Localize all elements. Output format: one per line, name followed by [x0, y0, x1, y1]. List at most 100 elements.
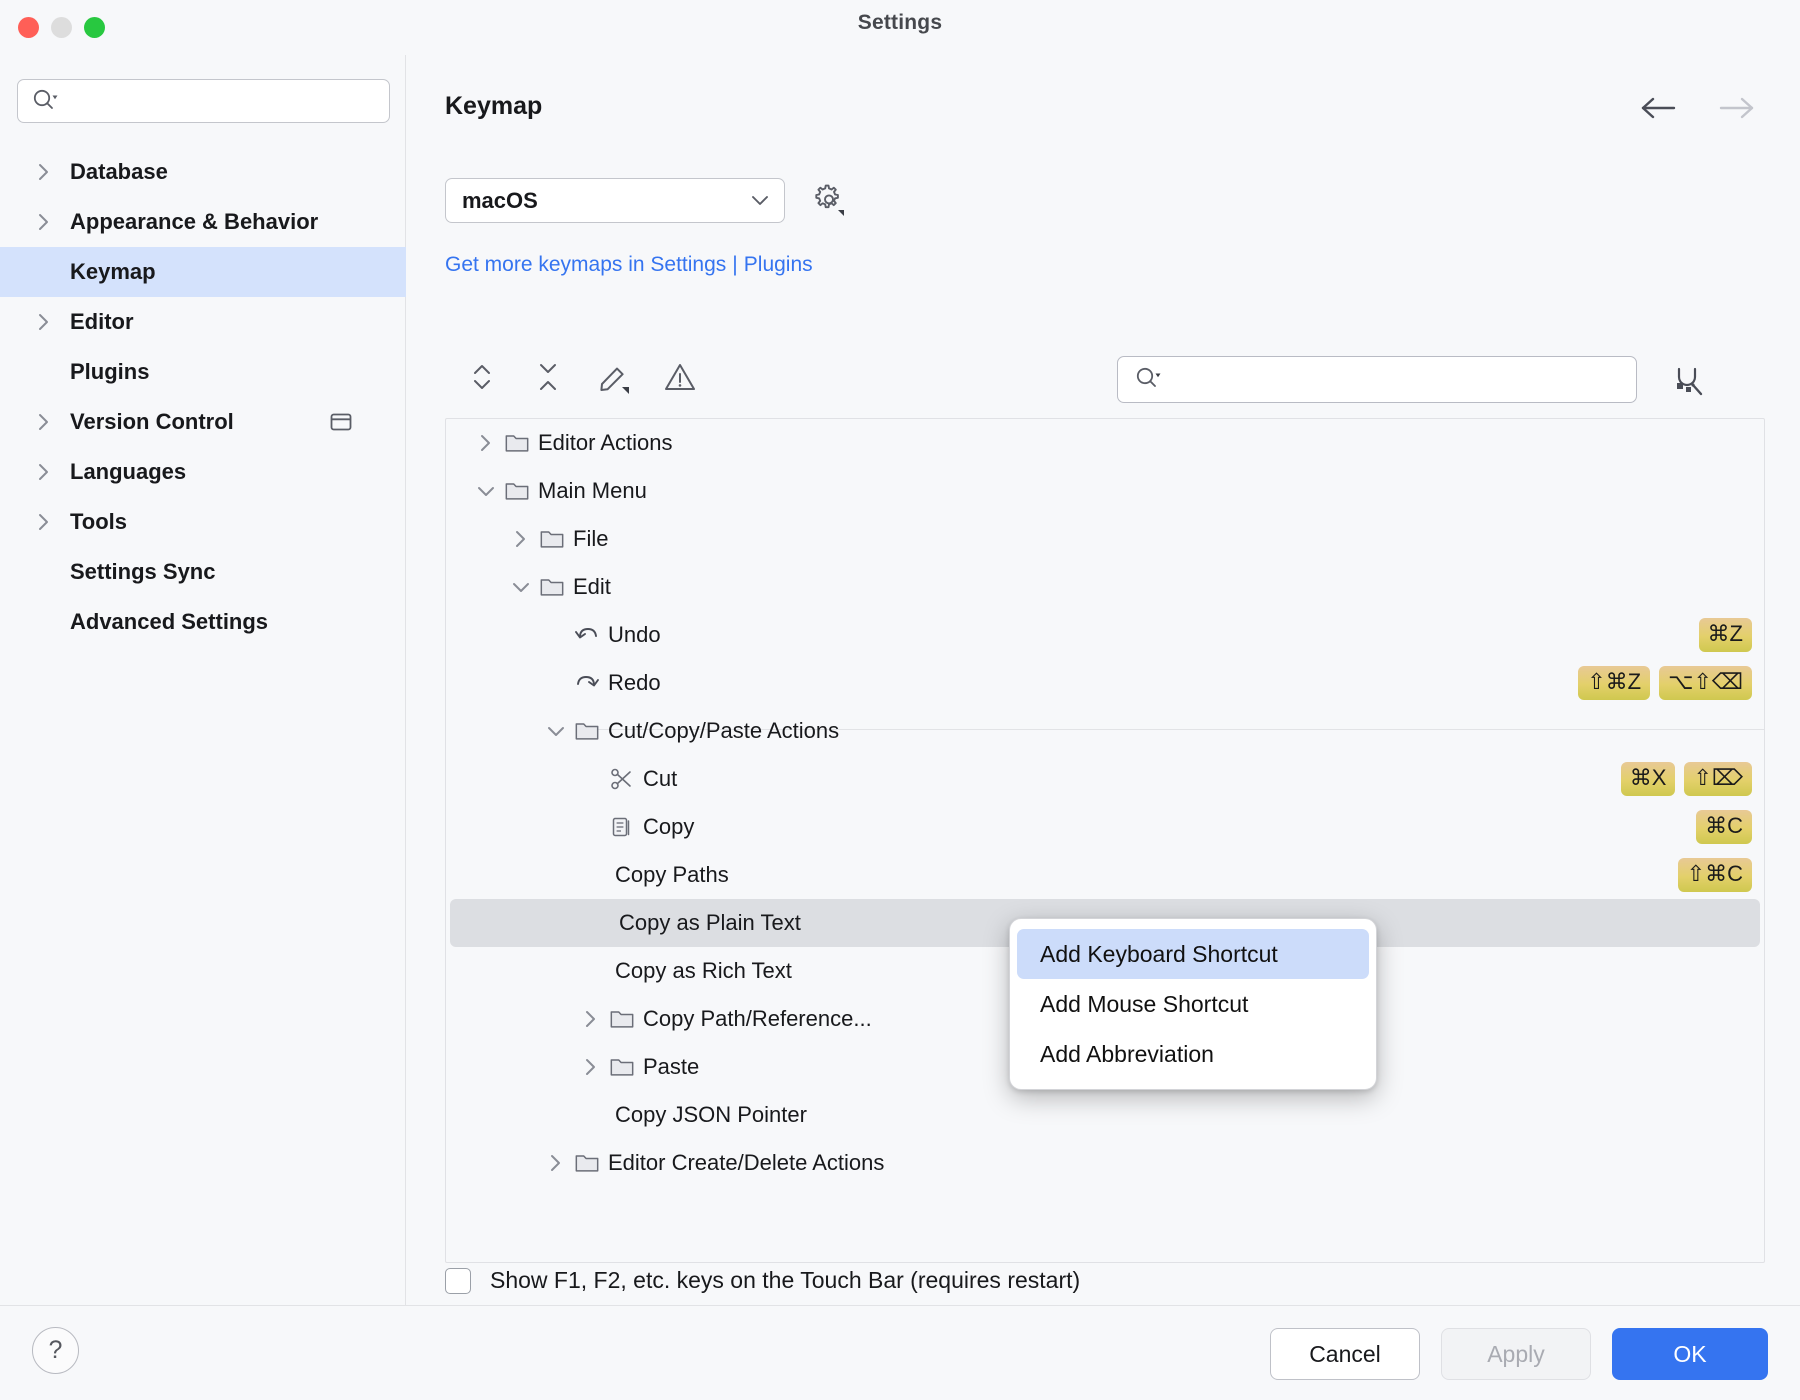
sidebar-item-label: Tools [70, 509, 127, 535]
chevron-down-icon[interactable] [474, 481, 498, 501]
tree-row[interactable]: Editor Create/Delete Actions [446, 1139, 1764, 1187]
sidebar-item-label: Languages [70, 459, 186, 485]
shortcut-badge[interactable]: ⇧⌘Z [1578, 666, 1650, 700]
chevron-down-icon [748, 188, 772, 214]
help-button[interactable]: ? [32, 1327, 79, 1374]
tree-row-label: Cut/Copy/Paste Actions [608, 718, 839, 744]
apply-button[interactable]: Apply [1441, 1328, 1591, 1380]
tree-row[interactable]: Redo⇧⌘Z⌥⇧⌫ [446, 659, 1764, 707]
shortcut-badge[interactable]: ⌘C [1696, 810, 1752, 844]
tree-row[interactable]: Copy Paths⇧⌘C [446, 851, 1764, 899]
sidebar-item-languages[interactable]: Languages [0, 447, 406, 497]
chevron-right-icon[interactable] [474, 431, 498, 455]
sidebar-item-editor[interactable]: Editor [0, 297, 406, 347]
arrow-right-icon[interactable] [1715, 95, 1757, 126]
search-icon [1134, 365, 1162, 394]
sidebar-item-settings-sync[interactable]: Settings Sync [0, 547, 406, 597]
ok-button[interactable]: OK [1612, 1328, 1768, 1380]
tree-row-label: Editor Actions [538, 430, 673, 456]
folder-icon [504, 479, 530, 503]
chevron-right-icon[interactable] [34, 297, 54, 347]
tree-search-input[interactable] [1170, 368, 1636, 392]
collapse-all-button[interactable] [526, 357, 570, 401]
touchbar-checkbox[interactable] [445, 1268, 471, 1294]
chevron-right-icon[interactable] [34, 397, 54, 447]
sidebar-item-advanced-settings[interactable]: Advanced Settings [0, 597, 406, 647]
tree-row[interactable]: Copy JSON Pointer [446, 1091, 1764, 1139]
dialog-buttons: Cancel Apply OK [1270, 1328, 1768, 1380]
sidebar-item-label: Plugins [70, 359, 149, 385]
tree-row[interactable]: Cut/Copy/Paste Actions [446, 707, 1764, 755]
shortcut-badge[interactable]: ⇧⌘C [1678, 858, 1752, 892]
chevron-right-icon[interactable] [34, 497, 54, 547]
shortcut-badges: ⇧⌘C [1678, 851, 1752, 899]
edit-shortcut-button[interactable] [592, 357, 636, 401]
tree-row-label: Copy Path/Reference... [643, 1006, 872, 1032]
sidebar-item-plugins[interactable]: Plugins [0, 347, 406, 397]
tree-row[interactable]: Undo⌘Z [446, 611, 1764, 659]
shortcut-badge[interactable]: ⌘X [1621, 762, 1676, 796]
chevron-down-icon[interactable] [544, 721, 568, 741]
sidebar-search-box[interactable] [17, 79, 390, 123]
find-by-shortcut-button[interactable] [1667, 361, 1707, 401]
context-menu-item[interactable]: Add Abbreviation [1017, 1029, 1369, 1079]
pencil-icon [597, 360, 631, 399]
panel-icon[interactable] [328, 397, 354, 447]
chevron-right-icon[interactable] [579, 1055, 603, 1079]
tree-row[interactable]: File [446, 515, 1764, 563]
chevron-right-icon[interactable] [544, 1151, 568, 1175]
plugins-link[interactable]: Plugins [744, 253, 813, 276]
sidebar-search-input[interactable] [67, 89, 389, 113]
sidebar-item-tools[interactable]: Tools [0, 497, 406, 547]
folder-icon [539, 527, 565, 551]
tree-row-label: Paste [643, 1054, 699, 1080]
context-menu-item-label: Add Abbreviation [1040, 1041, 1214, 1068]
keymap-settings-button[interactable] [810, 183, 848, 221]
sidebar-item-database[interactable]: Database [0, 147, 406, 197]
keymap-tree[interactable]: Editor ActionsMain MenuFileEditUndo⌘ZRed… [445, 418, 1765, 1263]
tree-row[interactable]: Editor Actions [446, 419, 1764, 467]
tree-toolbar [445, 352, 1765, 410]
arrow-left-icon[interactable] [1638, 95, 1680, 126]
context-menu-item[interactable]: Add Keyboard Shortcut [1017, 929, 1369, 979]
chevron-right-icon[interactable] [34, 147, 54, 197]
tree-row[interactable]: Copy ⌘C [446, 803, 1764, 851]
context-menu[interactable]: Add Keyboard Shortcut Add Mouse Shortcut A… [1009, 918, 1377, 1090]
context-menu-item-label: Add Mouse Shortcut [1040, 991, 1248, 1018]
get-more-keymaps-link[interactable]: Get more keymaps in Settings [445, 253, 726, 276]
expand-all-button[interactable] [460, 357, 504, 401]
sidebar-item-version-control[interactable]: Version Control [0, 397, 406, 447]
undo-icon [574, 624, 600, 646]
conflicts-button[interactable] [658, 357, 702, 401]
tree-row[interactable]: Main Menu [446, 467, 1764, 515]
sidebar-item-keymap[interactable]: Keymap [0, 247, 406, 297]
shortcut-badge[interactable]: ⌘Z [1699, 618, 1752, 652]
link-separator: | [732, 253, 737, 276]
tree-row-label: Copy [643, 814, 694, 840]
shortcut-badge[interactable]: ⌥⇧⌫ [1659, 666, 1752, 700]
chevron-right-icon[interactable] [579, 1007, 603, 1031]
cancel-button[interactable]: Cancel [1270, 1328, 1420, 1380]
touchbar-checkbox-row[interactable]: Show F1, F2, etc. keys on the Touch Bar … [445, 1267, 1080, 1294]
context-menu-items: Add Keyboard Shortcut Add Mouse Shortcut A… [1017, 929, 1369, 1079]
keymap-select[interactable]: macOS [445, 178, 785, 223]
chevron-right-icon[interactable] [509, 527, 533, 551]
chevron-right-icon[interactable] [34, 447, 54, 497]
page-title: Keymap [445, 92, 542, 121]
sidebar-item-label: Database [70, 159, 168, 185]
sidebar-item-appearance-behavior[interactable]: Appearance & Behavior [0, 197, 406, 247]
tree-row-label: Editor Create/Delete Actions [608, 1150, 884, 1176]
sidebar-search[interactable] [17, 79, 390, 123]
tree-row[interactable]: Edit [446, 563, 1764, 611]
nav-arrows [1638, 95, 1757, 126]
context-menu-item-label: Add Keyboard Shortcut [1040, 941, 1278, 968]
context-menu-item[interactable]: Add Mouse Shortcut [1017, 979, 1369, 1029]
tree-row-label: Copy JSON Pointer [615, 1102, 807, 1128]
chevron-down-icon[interactable] [509, 577, 533, 597]
shortcut-badge[interactable]: ⇧⌦ [1684, 762, 1752, 796]
gear-icon [811, 182, 847, 223]
tree-row[interactable]: Cut⌘X⇧⌦ [446, 755, 1764, 803]
tree-search-box[interactable] [1117, 356, 1637, 403]
keymap-select-value: macOS [462, 188, 538, 214]
chevron-right-icon[interactable] [34, 197, 54, 247]
